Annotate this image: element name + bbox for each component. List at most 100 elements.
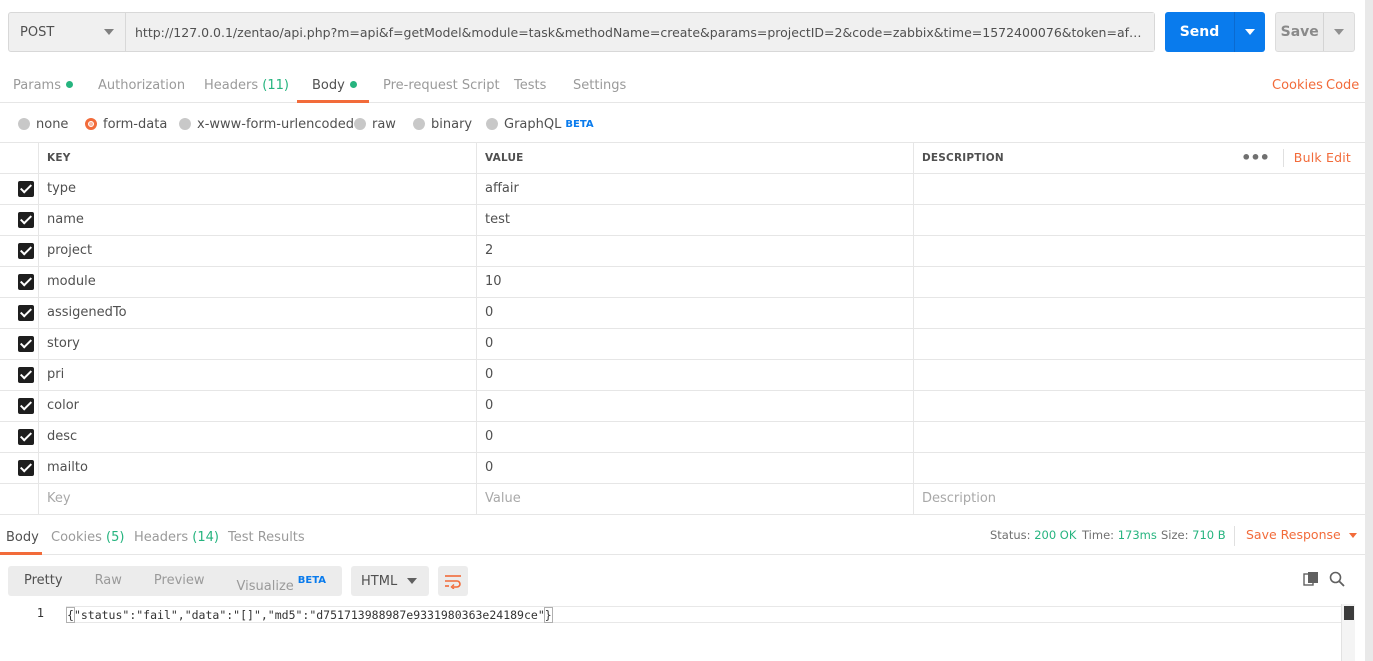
row-checkbox[interactable] <box>18 367 34 383</box>
tab-authorization[interactable]: Authorization <box>98 68 185 103</box>
row-checkbox[interactable] <box>18 212 34 228</box>
tab-prerequest-script[interactable]: Pre-request Script <box>383 68 500 103</box>
radio-form-data[interactable]: form-data <box>85 115 167 133</box>
description-cell[interactable] <box>913 391 1365 421</box>
key-cell[interactable]: name <box>38 205 476 235</box>
value-cell[interactable]: 0 <box>476 391 913 421</box>
radio-raw[interactable]: raw <box>354 115 396 133</box>
description-cell[interactable] <box>913 453 1365 483</box>
row-checkbox[interactable] <box>18 336 34 352</box>
more-options-icon[interactable]: ••• <box>1241 150 1270 166</box>
description-cell[interactable] <box>913 422 1365 452</box>
row-checkbox[interactable] <box>18 460 34 476</box>
row-checkbox[interactable] <box>18 181 34 197</box>
row-checkbox[interactable] <box>18 398 34 414</box>
chevron-down-icon <box>1245 29 1255 35</box>
description-cell[interactable] <box>913 298 1365 328</box>
value-cell[interactable]: affair <box>476 174 913 204</box>
new-value-input[interactable]: Value <box>476 484 913 514</box>
key-cell[interactable]: color <box>38 391 476 421</box>
tab-headers[interactable]: Headers (11) <box>204 68 289 103</box>
code-link[interactable]: Code <box>1326 68 1359 103</box>
row-checkbox[interactable] <box>18 274 34 290</box>
value-cell[interactable]: 0 <box>476 360 913 390</box>
description-cell[interactable] <box>913 174 1365 204</box>
description-cell[interactable] <box>913 329 1365 359</box>
response-tabs: Body Cookies (5) Headers (14) Test Resul… <box>0 520 1365 555</box>
key-cell[interactable]: type <box>38 174 476 204</box>
description-cell[interactable] <box>913 360 1365 390</box>
save-response-label: Save Response <box>1246 527 1341 542</box>
row-checkbox[interactable] <box>18 429 34 445</box>
view-preview[interactable]: Preview <box>138 566 221 596</box>
tab-headers-label: Headers <box>204 78 259 93</box>
tab-response-body[interactable]: Body <box>0 520 42 555</box>
tab-body[interactable]: Body <box>297 68 369 103</box>
view-pretty[interactable]: Pretty <box>8 566 79 596</box>
key-cell[interactable]: story <box>38 329 476 359</box>
description-cell[interactable] <box>913 267 1365 297</box>
key-cell[interactable]: desc <box>38 422 476 452</box>
value-cell[interactable]: 0 <box>476 453 913 483</box>
method-select[interactable]: POST <box>9 13 126 51</box>
vertical-scrollbar[interactable] <box>1341 604 1355 661</box>
radio-graphql[interactable]: GraphQL BETA <box>486 115 594 133</box>
tab-response-cookies[interactable]: Cookies (5) <box>51 520 124 555</box>
tab-settings[interactable]: Settings <box>573 68 626 103</box>
row-checkbox[interactable] <box>18 243 34 259</box>
value-cell[interactable]: 0 <box>476 422 913 452</box>
row-checkbox-cell <box>0 236 38 266</box>
response-body-editor[interactable]: 1 {"status":"fail","data":"[]","md5":"d7… <box>0 604 1355 623</box>
send-button[interactable]: Send <box>1165 12 1234 52</box>
status-label: Status: <box>990 528 1031 542</box>
bulk-edit-link[interactable]: Bulk Edit <box>1294 143 1351 173</box>
new-key-input[interactable]: Key <box>38 484 476 514</box>
value-cell[interactable]: 0 <box>476 298 913 328</box>
url-input[interactable]: http://127.0.0.1/zentao/api.php?m=api&f=… <box>126 13 1154 51</box>
scrollbar-thumb[interactable] <box>1344 606 1354 620</box>
open-brace: { <box>66 607 75 623</box>
chevron-down-icon <box>407 578 418 584</box>
view-raw[interactable]: Raw <box>79 566 138 596</box>
table-row: pri 0 <box>0 360 1365 391</box>
row-checkbox-cell <box>0 453 38 483</box>
tab-tests[interactable]: Tests <box>514 68 546 103</box>
radio-circle-icon <box>486 118 498 130</box>
key-cell[interactable]: project <box>38 236 476 266</box>
format-select[interactable]: HTML <box>351 566 430 596</box>
save-response-button[interactable]: Save Response <box>1246 520 1357 550</box>
table-row: name test <box>0 205 1365 236</box>
key-cell[interactable]: pri <box>38 360 476 390</box>
value-cell[interactable]: 10 <box>476 267 913 297</box>
tab-response-headers[interactable]: Headers (14) <box>134 520 219 555</box>
radio-binary[interactable]: binary <box>413 115 472 133</box>
key-cell[interactable]: module <box>38 267 476 297</box>
tab-test-results[interactable]: Test Results <box>228 520 305 555</box>
code-content: "status":"fail","data":"[]","md5":"d7517… <box>73 608 545 622</box>
key-cell[interactable]: mailto <box>38 453 476 483</box>
value-cell[interactable]: 2 <box>476 236 913 266</box>
radio-selected-icon <box>85 118 97 130</box>
tab-params[interactable]: Params <box>13 68 73 103</box>
key-cell[interactable]: assigenedTo <box>38 298 476 328</box>
description-cell[interactable] <box>913 205 1365 235</box>
view-visualize[interactable]: Visualize BETA <box>221 566 343 596</box>
send-dropdown-button[interactable] <box>1234 12 1265 52</box>
code-line: {"status":"fail","data":"[]","md5":"d751… <box>66 606 1342 623</box>
copy-icon[interactable] <box>1303 571 1319 587</box>
save-button[interactable]: Save <box>1276 13 1323 51</box>
new-description-input[interactable]: Description <box>913 484 1365 514</box>
save-dropdown-button[interactable] <box>1323 13 1354 51</box>
row-checkbox[interactable] <box>18 305 34 321</box>
value-cell[interactable]: 0 <box>476 329 913 359</box>
radio-none[interactable]: none <box>18 115 68 133</box>
cookies-link[interactable]: Cookies <box>1272 68 1323 103</box>
search-icon[interactable] <box>1329 571 1345 587</box>
radio-circle-icon <box>179 118 191 130</box>
value-cell[interactable]: test <box>476 205 913 235</box>
wrap-lines-button[interactable] <box>438 566 469 596</box>
column-header-value: VALUE <box>476 143 913 173</box>
tab-response-cookies-label: Cookies <box>51 530 102 545</box>
description-cell[interactable] <box>913 236 1365 266</box>
radio-urlencoded[interactable]: x-www-form-urlencoded <box>179 115 354 133</box>
